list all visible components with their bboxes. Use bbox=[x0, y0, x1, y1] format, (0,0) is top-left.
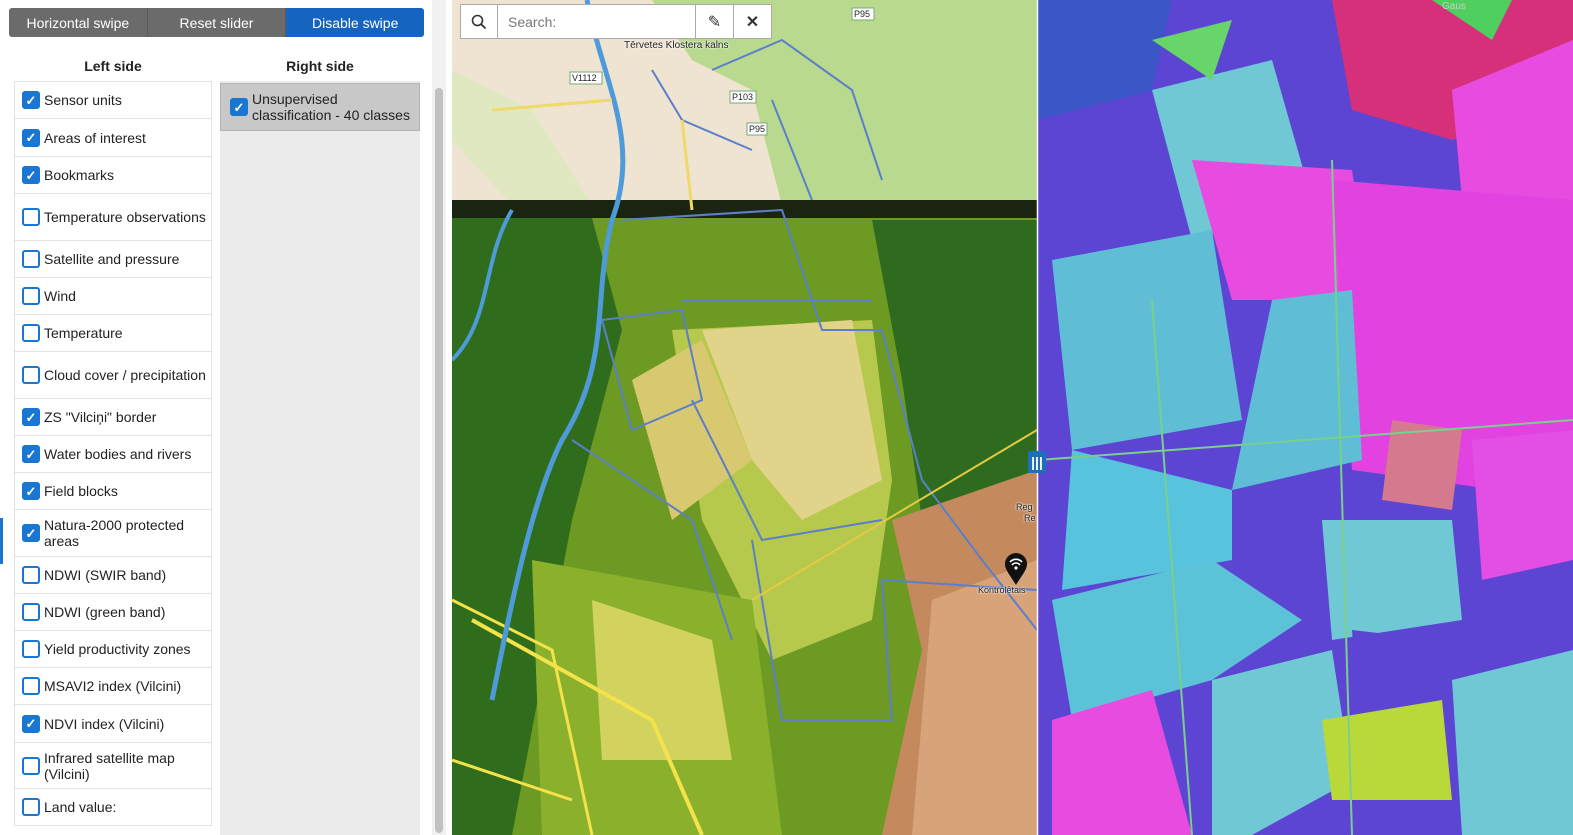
panel-scrollbar[interactable] bbox=[432, 0, 446, 835]
checkbox[interactable] bbox=[22, 640, 40, 658]
checkbox[interactable] bbox=[22, 798, 40, 816]
horizontal-swipe-button[interactable]: Horizontal swipe bbox=[9, 8, 148, 37]
right-side-title: Right side bbox=[286, 58, 354, 74]
layer-item[interactable]: ✓ Natura-2000 protected areas bbox=[14, 510, 212, 557]
checkbox[interactable] bbox=[22, 324, 40, 342]
search-bar: ✎ ✕ bbox=[460, 4, 772, 39]
checkbox[interactable]: ✓ bbox=[22, 714, 40, 733]
checkbox[interactable] bbox=[22, 566, 40, 584]
layer-label: NDVI index (Vilcini) bbox=[44, 715, 165, 732]
map-label: Gaus bbox=[1442, 1, 1466, 12]
layer-label: Cloud cover / precipitation bbox=[44, 367, 206, 383]
checkbox[interactable]: ✓ bbox=[22, 128, 40, 147]
layer-label: ZS "Vilciņi" border bbox=[44, 409, 157, 425]
layer-item[interactable]: NDWI (SWIR band) bbox=[14, 557, 212, 594]
place-label: Tērvetes Klostera kalns bbox=[624, 40, 729, 51]
layer-panel: Horizontal swipe Reset slider Disable sw… bbox=[0, 0, 432, 835]
layer-item[interactable]: Satellite and pressure bbox=[14, 241, 212, 278]
layer-item[interactable]: ✓ Sensor units bbox=[14, 81, 212, 119]
map-marker[interactable] bbox=[1004, 552, 1028, 586]
clear-button[interactable]: ✕ bbox=[733, 5, 771, 38]
search-button[interactable] bbox=[461, 5, 498, 38]
layer-label: NDWI (green band) bbox=[44, 604, 166, 620]
checkbox[interactable] bbox=[22, 603, 40, 621]
left-layer-list: ✓ Sensor units ✓ Areas of interest ✓ Bookma… bbox=[14, 81, 212, 826]
road-label: P95 bbox=[749, 124, 766, 134]
layer-label: MSAVI2 index (Vilcini) bbox=[44, 678, 182, 694]
layer-label: Yield productivity zones bbox=[44, 641, 191, 657]
right-map-layer bbox=[1038, 0, 1573, 835]
left-map-layer bbox=[452, 0, 1037, 835]
layer-item[interactable]: Yield productivity zones bbox=[14, 631, 212, 668]
layer-label: Satellite and pressure bbox=[44, 251, 180, 267]
checkbox[interactable]: ✓ bbox=[22, 408, 40, 426]
reset-slider-button[interactable]: Reset slider bbox=[147, 8, 287, 37]
checkbox[interactable] bbox=[22, 366, 40, 384]
scrollbar-thumb[interactable] bbox=[435, 88, 443, 833]
checkbox[interactable]: ✓ bbox=[230, 98, 248, 116]
swipe-toolbar: Horizontal swipe Reset slider Disable sw… bbox=[9, 8, 424, 37]
disable-swipe-button[interactable]: Disable swipe bbox=[286, 8, 424, 37]
right-layer-list[interactable]: ✓ Unsupervised classification - 40 class… bbox=[220, 81, 420, 835]
layer-label: NDWI (SWIR band) bbox=[44, 567, 167, 583]
map-pin-icon bbox=[1005, 553, 1027, 585]
layer-item[interactable]: MSAVI2 index (Vilcini) bbox=[14, 668, 212, 705]
layer-label: Infrared satellite map (Vilcini) bbox=[44, 749, 175, 782]
map-label: Reg bbox=[1016, 502, 1033, 512]
grip-icon: ||| bbox=[1031, 454, 1043, 470]
layer-label: Temperature observations bbox=[44, 209, 206, 225]
layer-item[interactable]: ✓ Areas of interest bbox=[14, 119, 212, 157]
layer-item[interactable]: Temperature observations bbox=[14, 194, 212, 241]
layer-label: Water bodies and rivers bbox=[44, 446, 192, 462]
layer-item[interactable]: ✓ Field blocks bbox=[14, 473, 212, 510]
layer-label: Temperature bbox=[44, 325, 123, 341]
map-label: Re bbox=[1024, 513, 1036, 523]
map-view[interactable]: Tērvetes Klostera kalns V1112 P103 P95 P… bbox=[452, 0, 1573, 835]
checkbox[interactable]: ✓ bbox=[22, 482, 40, 500]
search-input[interactable] bbox=[498, 5, 695, 38]
layer-label: Unsupervised classification - 40 classes bbox=[252, 91, 410, 123]
layer-item[interactable]: ✓ Bookmarks bbox=[14, 157, 212, 194]
road-label: P95 bbox=[854, 9, 871, 19]
road-label: P103 bbox=[732, 92, 754, 102]
layer-label: Areas of interest bbox=[44, 129, 146, 146]
layer-label: Field blocks bbox=[44, 483, 118, 499]
layer-item[interactable]: Infrared satellite map (Vilcini) bbox=[14, 743, 212, 789]
search-icon bbox=[471, 14, 487, 29]
layer-label: Sensor units bbox=[44, 92, 122, 108]
layer-item[interactable]: ✓ Water bodies and rivers bbox=[14, 436, 212, 473]
checkbox[interactable] bbox=[22, 756, 40, 775]
checkbox[interactable]: ✓ bbox=[22, 524, 40, 542]
edit-button[interactable]: ✎ bbox=[695, 5, 733, 38]
layer-label: Land value: bbox=[44, 799, 117, 815]
map-canvas[interactable] bbox=[452, 0, 1573, 835]
left-side-title: Left side bbox=[84, 58, 142, 74]
layer-item[interactable]: ✓ Unsupervised classification - 40 class… bbox=[220, 83, 420, 131]
layer-item[interactable]: Wind bbox=[14, 278, 212, 315]
layer-item[interactable]: Land value: bbox=[14, 789, 212, 826]
checkbox[interactable]: ✓ bbox=[22, 445, 40, 463]
layer-item[interactable]: Temperature bbox=[14, 315, 212, 352]
close-icon: ✕ bbox=[745, 13, 760, 31]
layer-label: Natura-2000 protected areas bbox=[44, 517, 185, 549]
road-label: V1112 bbox=[572, 73, 597, 83]
layer-item[interactable]: ✓ NDVI index (Vilcini) bbox=[14, 705, 212, 743]
checkbox[interactable]: ✓ bbox=[22, 166, 40, 184]
layer-label: Bookmarks bbox=[44, 167, 115, 183]
marker-label: Kontrolētais bbox=[978, 585, 1026, 595]
checkbox[interactable] bbox=[22, 250, 40, 268]
panel-resize-edge[interactable] bbox=[0, 518, 3, 564]
layer-item[interactable]: NDWI (green band) bbox=[14, 594, 212, 631]
swipe-handle[interactable]: ||| bbox=[1028, 451, 1046, 473]
checkbox[interactable] bbox=[22, 287, 40, 305]
checkbox[interactable]: ✓ bbox=[22, 91, 40, 109]
layer-item[interactable]: ✓ ZS "Vilciņi" border bbox=[14, 399, 212, 436]
pencil-icon: ✎ bbox=[707, 13, 722, 31]
checkbox[interactable] bbox=[22, 677, 40, 695]
layer-item[interactable]: Cloud cover / precipitation bbox=[14, 352, 212, 399]
checkbox[interactable] bbox=[22, 208, 40, 226]
layer-label: Wind bbox=[44, 288, 76, 304]
